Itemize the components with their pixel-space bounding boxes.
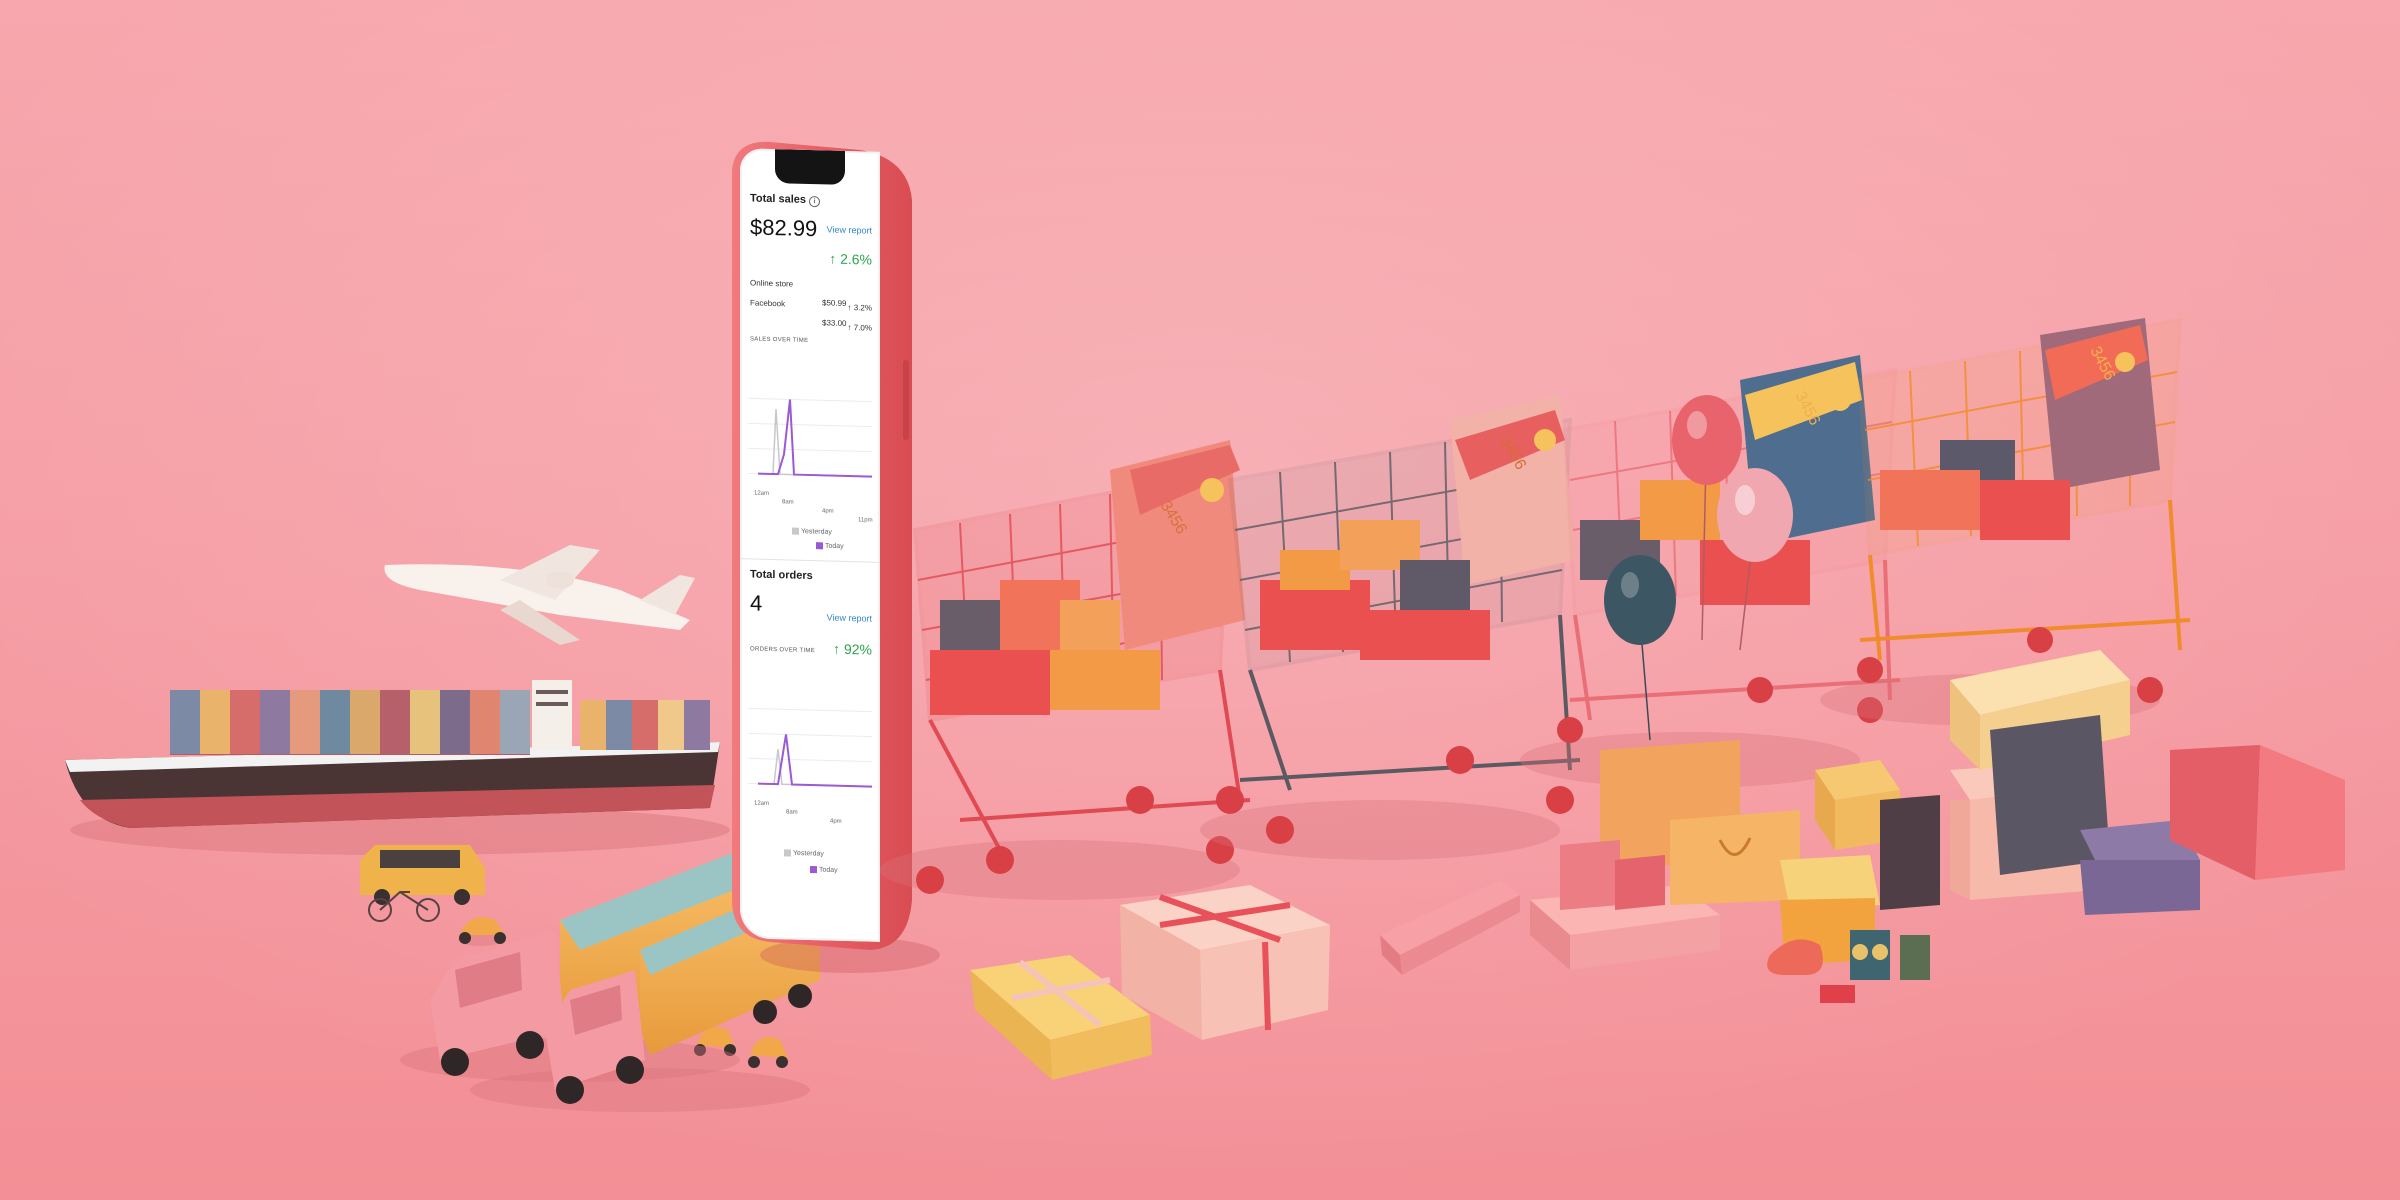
legend2-swatch-yesterday — [784, 849, 791, 857]
total-sales-amount: $82.99 — [750, 214, 818, 242]
chart-tick-2: 4pm — [822, 508, 834, 515]
chart-tick-0: 12am — [754, 490, 770, 497]
credit-card-2 — [1450, 395, 1575, 585]
credit-card-1 — [1110, 440, 1245, 650]
orders-over-time-chart — [748, 707, 872, 788]
chart-tick-1: 8am — [782, 499, 794, 506]
facebook-label: Facebook — [750, 298, 786, 309]
orders-line-yesterday — [758, 749, 872, 788]
legend-swatch-yesterday — [792, 527, 799, 535]
total-sales-title: Total sales i — [750, 192, 821, 208]
legend2-yesterday: Yesterday — [784, 849, 824, 858]
phone-screen: Total sales i $82.99 View report ↑ 2.6% O… — [740, 148, 880, 942]
legend-yesterday: Yesterday — [792, 527, 832, 536]
facebook-pct-2: ↑ 7.0% — [847, 322, 872, 333]
sales-change: ↑ 2.6% — [829, 250, 872, 268]
chart2-tick-2: 4pm — [830, 818, 842, 825]
ecommerce-scene: 3456 3456 3456 3456 — [0, 0, 2400, 1200]
facebook-value-1: $50.99 — [822, 298, 847, 308]
legend-today: Today — [816, 542, 844, 550]
sales-over-time-label: SALES OVER TIME — [750, 336, 809, 344]
view-report-link[interactable]: View report — [827, 224, 872, 235]
chart2-tick-0: 12am — [754, 800, 770, 807]
chart2-tick-1: 8am — [786, 809, 798, 816]
view-report-link-orders[interactable]: View report — [827, 612, 872, 623]
sales-line-yesterday — [758, 409, 872, 478]
facebook-value-2: $33.00 — [822, 318, 847, 328]
total-orders-title: Total orders — [750, 568, 813, 583]
facebook-pct-1: ↑ 3.2% — [847, 302, 872, 313]
online-store-label: Online store — [750, 278, 794, 289]
total-orders-value: 4 — [750, 590, 763, 616]
legend-swatch-today — [816, 542, 823, 550]
info-icon: i — [809, 195, 821, 208]
sales-over-time-chart — [748, 397, 872, 478]
orders-over-time-label: ORDERS OVER TIME — [750, 646, 816, 655]
legend2-today: Today — [810, 866, 838, 874]
section-divider — [740, 558, 880, 563]
phone-notch — [775, 149, 845, 185]
orders-change: ↑ 92% — [833, 640, 872, 658]
legend2-swatch-today — [810, 866, 817, 874]
chart-tick-3: 11pm — [858, 517, 873, 524]
